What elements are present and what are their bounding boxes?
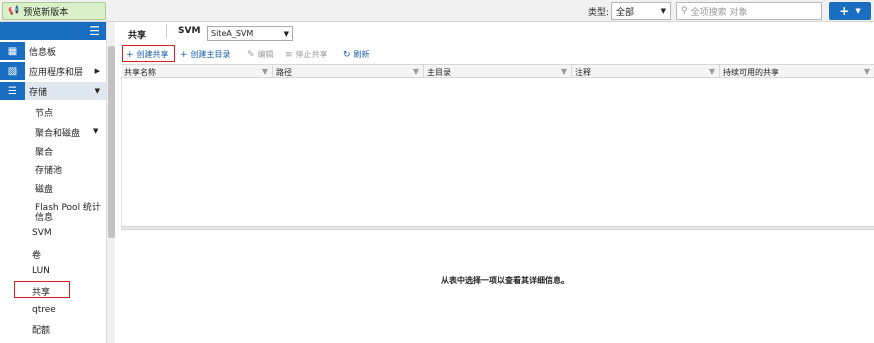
filter-icon[interactable]: ▼: [413, 67, 419, 76]
title-divider: [166, 24, 167, 38]
nav-item-label: 聚合和磁盘: [35, 129, 81, 139]
plus-icon: +: [180, 49, 188, 60]
create-home-dir-button[interactable]: + 创建主目录: [180, 49, 231, 60]
stop-share-button[interactable]: ≡ 停止共享: [285, 49, 328, 60]
nav-item-label: 应用程序和层: [29, 67, 84, 78]
add-button[interactable]: + ▼: [829, 2, 871, 20]
preview-label: 预览新版本: [23, 7, 69, 18]
filter-icon[interactable]: ▼: [561, 67, 567, 76]
create-home-dir-label: 创建主目录: [190, 50, 231, 59]
create-share-label: 创建共享: [136, 50, 169, 59]
nav-item-aggregates-disks[interactable]: 聚合和磁盘 ▼: [35, 126, 106, 139]
type-select-value: 全部: [616, 7, 635, 18]
pencil-icon: ✎: [247, 49, 255, 60]
nav-item-shares[interactable]: 共享: [32, 285, 50, 298]
chevron-down-icon: ▼: [93, 127, 99, 135]
nav-item-dashboard[interactable]: 信息板: [25, 42, 106, 60]
chevron-down-icon: ▼: [855, 7, 861, 15]
refresh-label: 刷新: [353, 50, 370, 59]
column-label: 持续可用的共享: [723, 67, 779, 77]
apps-icon[interactable]: ▧: [0, 62, 25, 80]
nav-item-lun[interactable]: LUN: [32, 266, 50, 276]
nav-item-nodes[interactable]: 节点: [35, 106, 53, 119]
main-panel: 共享 SVM SiteA_SVM ▼ + 创建共享 + 创建主目录 ✎ 编辑 ≡…: [118, 22, 874, 343]
edit-button[interactable]: ✎ 编辑: [247, 49, 274, 60]
storage-icon[interactable]: ☰: [0, 82, 25, 100]
chevron-right-icon: ▶: [94, 67, 100, 75]
search-placeholder: 全项搜索 对象: [690, 7, 748, 18]
nav-item-storage[interactable]: 存储 ▼: [25, 82, 106, 100]
type-label: 类型:: [588, 8, 610, 18]
nav-scroll-thumb[interactable]: [108, 46, 115, 238]
preview-new-version-button[interactable]: 📢 预览新版本: [2, 2, 106, 20]
column-label: 共享名称: [124, 67, 156, 77]
page-title: 共享: [128, 31, 147, 41]
filter-icon[interactable]: ▼: [709, 67, 715, 76]
svm-select[interactable]: SiteA_SVM ▼: [207, 26, 293, 41]
nav-item-svm[interactable]: SVM: [32, 228, 52, 238]
detail-pane: 从表中选择一项以查看其详细信息。: [121, 230, 874, 343]
filter-icon[interactable]: ▼: [262, 67, 268, 76]
edit-label: 编辑: [257, 50, 274, 59]
svm-select-value: SiteA_SVM: [211, 29, 254, 38]
column-label: 注释: [575, 67, 591, 77]
dashboard-icon[interactable]: ▦: [0, 42, 25, 60]
filter-icon[interactable]: ▼: [864, 67, 870, 76]
nav-item-label: 信息板: [29, 47, 57, 58]
column-header-comment[interactable]: 注释 ▼: [572, 65, 720, 79]
megaphone-icon: 📢: [8, 6, 20, 16]
search-input[interactable]: ⚲ 全项搜索 对象: [676, 2, 822, 20]
nav-item-quotas[interactable]: 配额: [32, 323, 50, 336]
nav-menu-toggle[interactable]: ☰: [0, 22, 106, 40]
refresh-icon: ↻: [343, 49, 351, 60]
chevron-down-icon: ▼: [660, 7, 666, 15]
stop-share-label: 停止共享: [295, 50, 328, 59]
table-header: 共享名称 ▼ 路径 ▼ 主目录 ▼ 注释 ▼ 持续可用的共享 ▼: [121, 64, 874, 79]
svm-label: SVM: [178, 26, 201, 36]
chevron-down-icon: ▼: [94, 87, 100, 95]
add-label: +: [839, 4, 850, 18]
nav-item-disks[interactable]: 磁盘: [35, 182, 53, 195]
create-share-button[interactable]: + 创建共享: [126, 49, 169, 60]
column-header-home-dir[interactable]: 主目录 ▼: [424, 65, 572, 79]
nav-item-volumes[interactable]: 卷: [32, 248, 41, 261]
detail-message: 从表中选择一项以查看其详细信息。: [441, 276, 569, 285]
column-header-continuous-availability[interactable]: 持续可用的共享 ▼: [720, 65, 874, 79]
stop-icon: ≡: [285, 49, 293, 60]
column-header-path[interactable]: 路径 ▼: [273, 65, 424, 79]
nav-item-apps[interactable]: 应用程序和层 ▶: [25, 62, 106, 80]
nav-item-label: 存储: [29, 87, 48, 98]
nav-item-qtree[interactable]: qtree: [32, 305, 56, 315]
column-label: 路径: [276, 67, 292, 77]
table-body: [121, 78, 874, 226]
type-select[interactable]: 全部 ▼: [611, 2, 671, 20]
refresh-button[interactable]: ↻ 刷新: [343, 49, 370, 60]
nav-scrollbar[interactable]: [106, 22, 115, 343]
hamburger-icon: ☰: [89, 24, 100, 38]
column-label: 主目录: [427, 67, 451, 77]
search-icon: ⚲: [681, 6, 688, 16]
nav-item-aggregates[interactable]: 聚合: [35, 145, 53, 158]
plus-icon: +: [126, 49, 134, 60]
column-header-share-name[interactable]: 共享名称 ▼: [121, 65, 273, 79]
nav-item-storage-pools[interactable]: 存储池: [35, 163, 62, 176]
top-bar: 📢 预览新版本 类型: 全部 ▼ ⚲ 全项搜索 对象 + ▼: [0, 0, 874, 22]
chevron-down-icon: ▼: [283, 30, 289, 38]
nav-item-flash-pool-stats-line2: 信息: [35, 213, 54, 223]
